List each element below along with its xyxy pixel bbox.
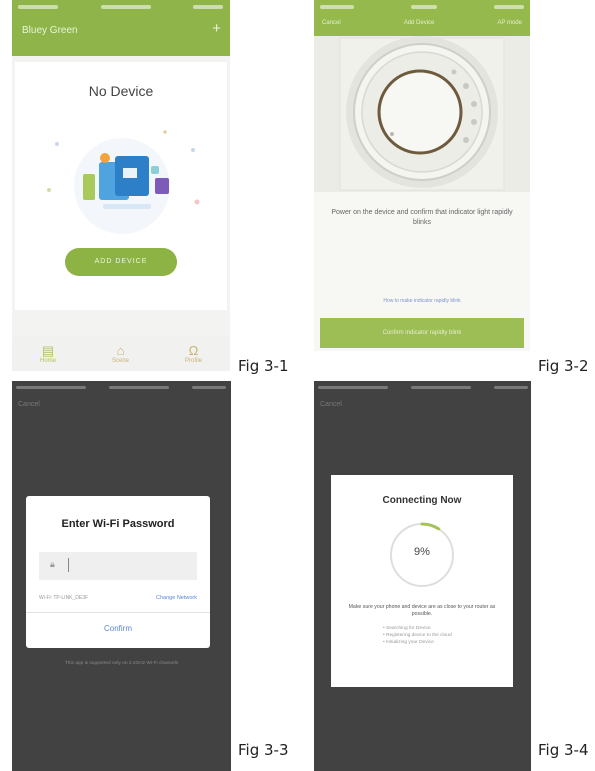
power-on-instruction: Power on the device and confirm that ind… [331,209,513,226]
fig2-screen: Cancel Add Device AP mode Power on the d… [314,0,530,351]
status-bar [318,386,528,389]
device-icon: ▤ [41,343,55,358]
tab-profile[interactable]: Ω Profile [184,343,202,365]
wifi-password-dialog: Enter Wi-Fi Password 🔒︎ Wi-Fi: TP-LINK_D… [26,496,210,648]
fig4-caption: Fig 3-4 [538,741,589,759]
fig2-nav: Cancel Add Device AP mode [322,20,522,26]
text-cursor [68,558,69,572]
tab-profile-label: Profile [184,358,202,364]
step-item: Searching for Device [383,625,452,632]
step-item: Initializing your Device [383,639,452,646]
status-bar [18,5,223,11]
add-device-button[interactable]: ADD DEVICE [65,248,177,276]
thermostat-device-photo [314,36,530,192]
add-icon[interactable]: + [212,20,221,37]
fig1-header-title: Bluey Green [22,25,78,36]
connecting-dialog: Connecting Now 9% Make sure your phone a… [331,475,513,687]
tab-scene[interactable]: ⌂ Scene [111,343,129,365]
status-bar [320,5,524,9]
nav-cancel-link[interactable]: Cancel [322,20,341,26]
fig1-empty-card: No Device ADD DEVICE [15,62,227,310]
confirm-button[interactable]: Confirm [26,614,210,644]
change-network-link[interactable]: Change Network [156,595,197,601]
tab-scene-label: Scene [111,358,129,364]
fig2-caption: Fig 3-2 [538,357,589,375]
wifi-band-note: This app is supported only on 2.4GHz Wi-… [64,661,179,666]
tab-home[interactable]: ▤ Home [39,343,56,365]
step-item: Registering device to the cloud [383,632,452,639]
wifi-ssid-label: Wi-Fi: TP-LINK_DE3F [39,595,89,601]
tab-home-label: Home [39,358,56,364]
lock-icon: 🔒︎ [50,559,55,569]
progress-percent: 9% [414,546,430,558]
confirm-blink-button[interactable]: Confirm indicator rapidly blink [320,318,524,348]
home-icon: ⌂ [116,343,125,358]
fig4-screen: Cancel Connecting Now 9% Make sure your … [314,381,531,771]
fig3-caption: Fig 3-3 [238,741,289,759]
cancel-link[interactable]: Cancel [320,401,342,408]
nav-title: Add Device [403,20,435,26]
dialog-title: Connecting Now [382,495,462,506]
fig2-header: Cancel Add Device AP mode [314,0,530,36]
cancel-link[interactable]: Cancel [18,401,40,408]
fig1-screen: Bluey Green + No Device ADD DEVICE ▤ Hom… [12,0,230,371]
bottom-tab-bar: ▤ Home ⌂ Scene Ω Profile [12,337,230,371]
wifi-password-input[interactable] [39,552,197,580]
fig3-screen: Cancel Enter Wi-Fi Password 🔒︎ Wi-Fi: TP… [12,381,231,771]
connection-steps: Searching for Device Registering device … [383,625,452,646]
no-device-title: No Device [88,83,154,99]
no-device-illustration-icon [47,130,200,234]
dialog-divider [26,612,210,613]
dialog-title: Enter Wi-Fi Password [61,518,175,530]
help-blink-link[interactable]: How to make indicator rapidly blink [314,298,530,304]
proximity-message: Make sure your phone and device are as c… [348,604,496,617]
profile-icon: Ω [188,343,199,358]
nav-mode-link[interactable]: AP mode [497,20,522,26]
fig1-caption: Fig 3-1 [238,357,289,375]
status-bar [16,386,226,389]
fig1-header: Bluey Green + [12,0,230,56]
